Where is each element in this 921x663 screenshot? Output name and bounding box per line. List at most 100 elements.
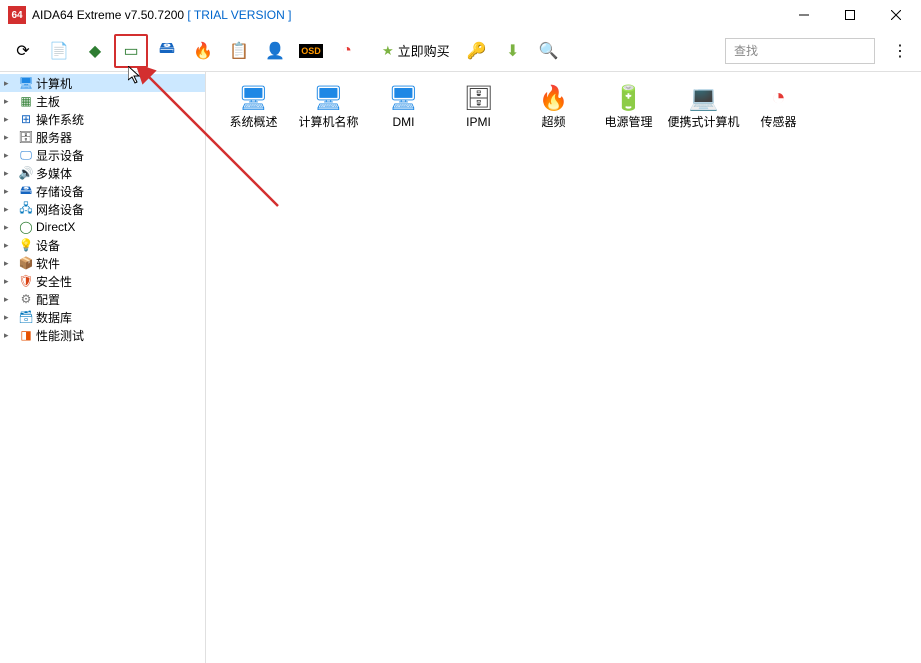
server-icon: 🗄 <box>463 82 495 114</box>
content-item-label: 超频 <box>541 116 565 129</box>
server-icon: 🗄 <box>18 129 34 145</box>
content-item-computer-name[interactable]: 🖥计算机名称 <box>291 82 366 142</box>
sidebar-item-motherboard[interactable]: ▸▦主板 <box>0 92 205 110</box>
sidebar-item-software[interactable]: ▸📦软件 <box>0 254 205 272</box>
monitor-icon: 🖥 <box>238 82 270 114</box>
maximize-button[interactable] <box>827 0 873 30</box>
sidebar-item-label: 显示设备 <box>36 147 84 164</box>
content-item-dmi[interactable]: 🖥 DMI <box>366 82 441 142</box>
gauge-button[interactable]: ◔ <box>330 34 364 68</box>
content-item-sensor[interactable]: ◔传感器 <box>741 82 816 142</box>
content-item-overclock[interactable]: 🔥 超频 <box>516 82 591 142</box>
window-title: AIDA64 Extreme v7.50.7200 [ TRIAL VERSIO… <box>32 8 291 22</box>
sidebar-item-computer[interactable]: ▸🖥计算机 <box>0 74 205 92</box>
devices-icon: 💡 <box>18 237 34 253</box>
refresh-button[interactable]: ⟳ <box>6 34 40 68</box>
download-button[interactable]: ⬇ <box>496 34 530 68</box>
sidebar-item-devices[interactable]: ▸💡设备 <box>0 236 205 254</box>
content-item-ipmi[interactable]: 🗄 IPMI <box>441 82 516 142</box>
sidebar-item-database[interactable]: ▸🗃数据库 <box>0 308 205 326</box>
laptop-icon: 💻 <box>688 82 720 114</box>
osd-icon: OSD <box>299 44 323 58</box>
windows-icon: ⊞ <box>18 111 34 127</box>
chevron-right-icon: ▸ <box>4 258 16 269</box>
star-icon: ★ <box>382 43 394 59</box>
chevron-right-icon: ▸ <box>4 204 16 215</box>
cpu-button[interactable]: ◆ <box>78 34 112 68</box>
sidebar-item-label: 主板 <box>36 93 60 110</box>
sidebar-item-directx[interactable]: ▸◯DirectX <box>0 218 205 236</box>
main-area: ▸🖥计算机 ▸▦主板 ▸⊞操作系统 ▸🗄服务器 ▸🖵显示设备 ▸🔊多媒体 ▸🖴存… <box>0 72 921 663</box>
gauge-icon: ◔ <box>763 82 795 114</box>
trial-label: [ TRIAL VERSION ] <box>187 8 291 22</box>
chevron-right-icon: ▸ <box>4 114 16 125</box>
motherboard-icon: ▦ <box>18 93 34 109</box>
sidebar-item-storage[interactable]: ▸🖴存储设备 <box>0 182 205 200</box>
disk-icon: 🖴 <box>159 37 175 64</box>
search-button[interactable]: 🔍 <box>532 34 566 68</box>
maximize-icon <box>845 10 855 20</box>
report-button[interactable]: 📄 <box>42 34 76 68</box>
sidebar-item-label: 计算机 <box>36 75 72 92</box>
search-input[interactable]: 查找 <box>725 38 875 64</box>
sidebar-item-label: DirectX <box>36 220 75 234</box>
content-item-label: DMI <box>393 116 415 129</box>
more-icon: ⋮ <box>892 41 908 61</box>
sidebar-item-multimedia[interactable]: ▸🔊多媒体 <box>0 164 205 182</box>
sidebar-item-config[interactable]: ▸⚙配置 <box>0 290 205 308</box>
buy-label: 立即购买 <box>398 41 450 60</box>
chevron-right-icon: ▸ <box>4 330 16 341</box>
network-icon: 🖧 <box>18 201 34 217</box>
minimize-button[interactable] <box>781 0 827 30</box>
memory-icon: ▭ <box>123 41 138 61</box>
clipboard-icon: 📋 <box>229 41 249 61</box>
content-item-label: 系统概述 <box>229 116 277 129</box>
sidebar-item-security[interactable]: ▸🛡安全性 <box>0 272 205 290</box>
database-icon: 🗃 <box>18 309 34 325</box>
search-placeholder: 查找 <box>734 42 758 59</box>
memory-button[interactable]: ▭ <box>114 34 148 68</box>
sidebar-item-server[interactable]: ▸🗄服务器 <box>0 128 205 146</box>
sidebar-item-label: 服务器 <box>36 129 72 146</box>
chevron-right-icon: ▸ <box>4 168 16 179</box>
disk-button[interactable]: 🖴 <box>150 34 184 68</box>
chevron-right-icon: ▸ <box>4 276 16 287</box>
sidebar-item-label: 软件 <box>36 255 60 272</box>
chevron-right-icon: ▸ <box>4 186 16 197</box>
monitor-button[interactable]: 📋 <box>222 34 256 68</box>
sidebar-item-display[interactable]: ▸🖵显示设备 <box>0 146 205 164</box>
sidebar-item-label: 数据库 <box>36 309 72 326</box>
chevron-right-icon: ▸ <box>4 78 16 89</box>
monitor-icon: 🖥 <box>388 82 420 114</box>
sidebar-item-os[interactable]: ▸⊞操作系统 <box>0 110 205 128</box>
content-item-portable[interactable]: 💻便携式计算机 <box>666 82 741 142</box>
sidebar-item-label: 网络设备 <box>36 201 84 218</box>
directx-icon: ◯ <box>18 219 34 235</box>
fire-icon: 🔥 <box>538 82 570 114</box>
chevron-right-icon: ▸ <box>4 294 16 305</box>
sidebar-item-label: 安全性 <box>36 273 72 290</box>
sidebar-item-benchmark[interactable]: ▸◨性能测试 <box>0 326 205 344</box>
content-item-label: 计算机名称 <box>298 116 358 129</box>
close-button[interactable] <box>873 0 919 30</box>
content-item-power[interactable]: 🔋电源管理 <box>591 82 666 142</box>
speaker-icon: 🔊 <box>18 165 34 181</box>
storage-icon: 🖴 <box>18 183 34 199</box>
user-button[interactable]: 👤 <box>258 34 292 68</box>
buy-now-button[interactable]: ★ 立即购买 <box>374 34 458 68</box>
display-icon: 🖵 <box>18 147 34 163</box>
close-icon <box>891 10 901 20</box>
sidebar-item-network[interactable]: ▸🖧网络设备 <box>0 200 205 218</box>
content-item-overview[interactable]: 🖥 系统概述 <box>216 82 291 142</box>
osd-button[interactable]: OSD <box>294 34 328 68</box>
sidebar: ▸🖥计算机 ▸▦主板 ▸⊞操作系统 ▸🗄服务器 ▸🖵显示设备 ▸🔊多媒体 ▸🖴存… <box>0 72 206 663</box>
gauge-icon: ◔ <box>342 42 352 60</box>
content-item-label: IPMI <box>466 116 491 129</box>
key-button[interactable]: 🔑 <box>460 34 494 68</box>
stress-button[interactable]: 🔥 <box>186 34 220 68</box>
document-icon: 📄 <box>49 41 69 61</box>
refresh-icon: ⟳ <box>16 41 29 61</box>
more-button[interactable]: ⋮ <box>885 34 915 68</box>
minimize-icon <box>799 10 809 20</box>
titlebar: 64 AIDA64 Extreme v7.50.7200 [ TRIAL VER… <box>0 0 921 30</box>
